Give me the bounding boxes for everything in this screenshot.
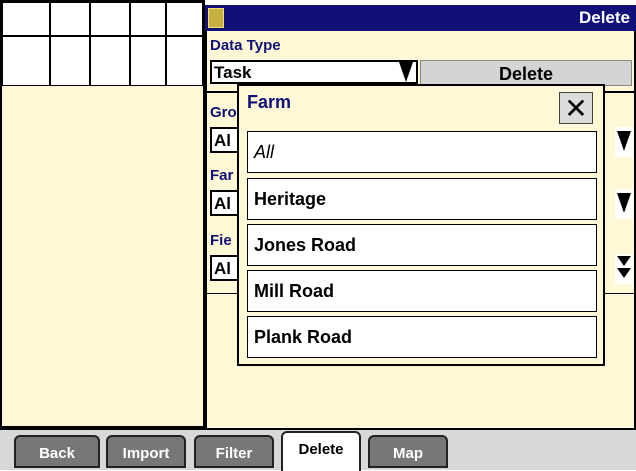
group-label: Gro <box>210 104 237 121</box>
tab-map[interactable]: Map <box>368 435 448 468</box>
grid-cell[interactable] <box>2 36 50 86</box>
grid-cell[interactable] <box>166 36 203 86</box>
tab-import[interactable]: Import <box>106 435 186 468</box>
grid-cell[interactable] <box>90 36 130 86</box>
title-bar: Delete <box>205 5 636 31</box>
farm-value: Al <box>214 194 231 213</box>
option-jones-road[interactable]: Jones Road <box>247 224 597 266</box>
tab-delete[interactable]: Delete <box>281 431 361 471</box>
grid-cell[interactable] <box>50 2 90 36</box>
field-value: Al <box>214 259 231 278</box>
grid-cell[interactable] <box>130 2 166 36</box>
data-type-value: Task <box>214 63 252 82</box>
file-icon <box>208 8 224 28</box>
grid-cell[interactable] <box>130 36 166 86</box>
dropdown-arrow-icon[interactable] <box>396 62 416 82</box>
close-button[interactable]: ✕ <box>559 92 593 124</box>
grid-cell[interactable] <box>166 2 203 36</box>
grid-cell[interactable] <box>2 2 50 36</box>
double-arrow-icon[interactable] <box>615 254 633 284</box>
option-mill-road[interactable]: Mill Road <box>247 270 597 312</box>
tab-filter[interactable]: Filter <box>194 435 274 468</box>
option-all[interactable]: All <box>247 131 597 173</box>
data-type-label: Data Type <box>210 37 281 54</box>
dialog-title: Farm <box>247 92 292 112</box>
farm-label: Far <box>210 167 234 184</box>
data-type-select[interactable]: Task <box>210 60 418 84</box>
tab-strip: Back Import Filter Delete Map <box>0 428 636 471</box>
close-icon: ✕ <box>564 93 588 124</box>
farm-picker-dialog: Farm ✕ All Heritage Jones Road Mill Road… <box>237 84 605 366</box>
option-plank-road[interactable]: Plank Road <box>247 316 597 358</box>
dropdown-arrow-icon[interactable] <box>615 189 633 219</box>
left-pane <box>0 0 205 428</box>
dropdown-arrow-icon[interactable] <box>615 127 633 157</box>
grid-cell[interactable] <box>90 2 130 36</box>
grid-cell[interactable] <box>50 36 90 86</box>
tab-back[interactable]: Back <box>14 435 100 468</box>
field-label: Fie <box>210 232 232 249</box>
group-value: Al <box>214 131 231 150</box>
delete-button[interactable]: Delete <box>420 60 632 86</box>
page-title: Delete <box>578 8 630 27</box>
option-heritage[interactable]: Heritage <box>247 178 597 220</box>
